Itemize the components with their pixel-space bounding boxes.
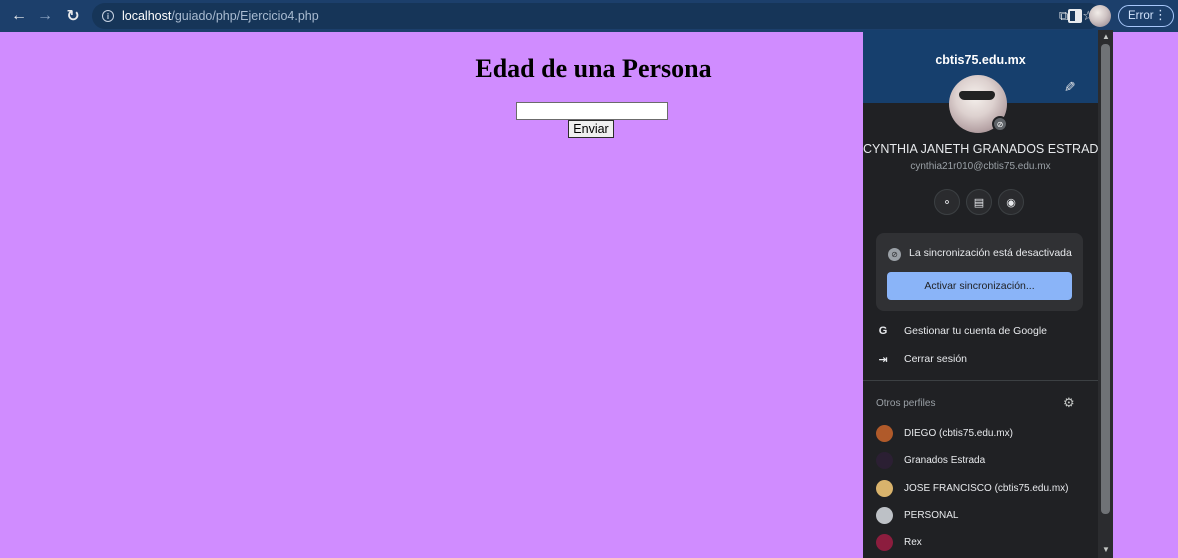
avatar [876,479,893,497]
profile-item-label: JOSE FRANCISCO (cbtis75.edu.mx) [904,482,1069,494]
sync-card: ⊘ La sincronización está desactivada Act… [876,233,1083,311]
sign-out-icon: ⇥ [878,353,888,366]
side-panel-icon[interactable] [1068,9,1082,23]
manage-account-label: Gestionar tu cuenta de Google [904,325,1048,337]
avatar [876,451,893,469]
profile-item-label: Granados Estrada [904,454,986,466]
sync-off-icon: ⊘ [888,248,901,261]
reload-icon[interactable]: ↻ [62,5,84,27]
profile-item-rex[interactable]: Rex [863,531,1098,553]
profile-avatar[interactable] [1089,5,1111,27]
profile-email: cynthia21r010@cbtis75.edu.mx [910,161,1051,172]
avatar [876,424,893,442]
sign-out-label: Cerrar sesión [904,353,968,365]
profile-item-label: Rex [904,536,922,548]
sync-off-badge-icon: ⊘ [992,116,1008,132]
profile-item-diego[interactable]: DIEGO (cbtis75.edu.mx) [863,422,1098,444]
error-label: Error [1128,10,1154,22]
age-input[interactable] [516,102,668,120]
quick-actions: ⚬ ▤ ◉ [934,189,1024,215]
profile-name: CYNTHIA JANETH GRANADOS ESTRADA [863,142,1107,156]
scroll-up-icon[interactable]: ▲ [1102,32,1110,41]
sync-status-text: La sincronización está desactivada [909,247,1072,259]
profile-item-jose[interactable]: JOSE FRANCISCO (cbtis75.edu.mx) [863,477,1098,499]
scrollbar[interactable]: ▲ ▼ [1098,30,1113,558]
location-pin-icon[interactable]: ◉ [998,189,1024,215]
google-g-icon: G [878,325,888,337]
browser-toolbar: ← → ↻ i localhost/guiado/php/Ejercicio4.… [0,0,1178,32]
profile-item-label: PERSONAL [904,509,959,521]
info-icon[interactable]: i [102,10,114,22]
profile-domain: cbtis75.edu.mx [935,53,1026,67]
divider [863,380,1098,381]
key-icon[interactable]: ⚬ [934,189,960,215]
back-arrow-icon[interactable]: ← [8,5,30,27]
sign-out-item[interactable]: ⇥ Cerrar sesión [863,347,1098,371]
activate-sync-button[interactable]: Activar sincronización... [887,272,1072,300]
kebab-menu-icon[interactable]: ⋮ [1154,8,1167,22]
profile-item-label: DIEGO (cbtis75.edu.mx) [904,427,1013,439]
share-icon[interactable]: ⧉ [1059,8,1068,24]
avatar [876,506,893,524]
gear-icon[interactable]: ⚙ [1063,395,1075,411]
profile-panel: cbtis75.edu.mx ✎ ⊘ CYNTHIA JANETH GRANAD… [863,30,1113,558]
other-profiles-title: Otros perfiles [876,398,936,409]
scroll-down-icon[interactable]: ▼ [1102,545,1110,554]
credit-card-icon[interactable]: ▤ [966,189,992,215]
edit-pencil-icon[interactable]: ✎ [1060,81,1077,93]
avatar [876,533,893,551]
scroll-thumb[interactable] [1101,44,1110,514]
forward-arrow-icon[interactable]: → [34,5,56,27]
url-host: localhost [122,9,172,23]
url-path: /guiado/php/Ejercicio4.php [171,9,319,23]
submit-button[interactable]: Enviar [568,120,614,138]
url-text[interactable]: localhost/guiado/php/Ejercicio4.php [122,9,319,23]
error-button[interactable]: Error ⋮ [1118,5,1174,27]
address-bar[interactable]: i localhost/guiado/php/Ejercicio4.php ⧉ … [92,3,1102,29]
manage-account-item[interactable]: G Gestionar tu cuenta de Google [863,319,1098,343]
profile-item-personal[interactable]: PERSONAL [863,504,1098,526]
profile-item-granados[interactable]: Granados Estrada [863,449,1098,471]
